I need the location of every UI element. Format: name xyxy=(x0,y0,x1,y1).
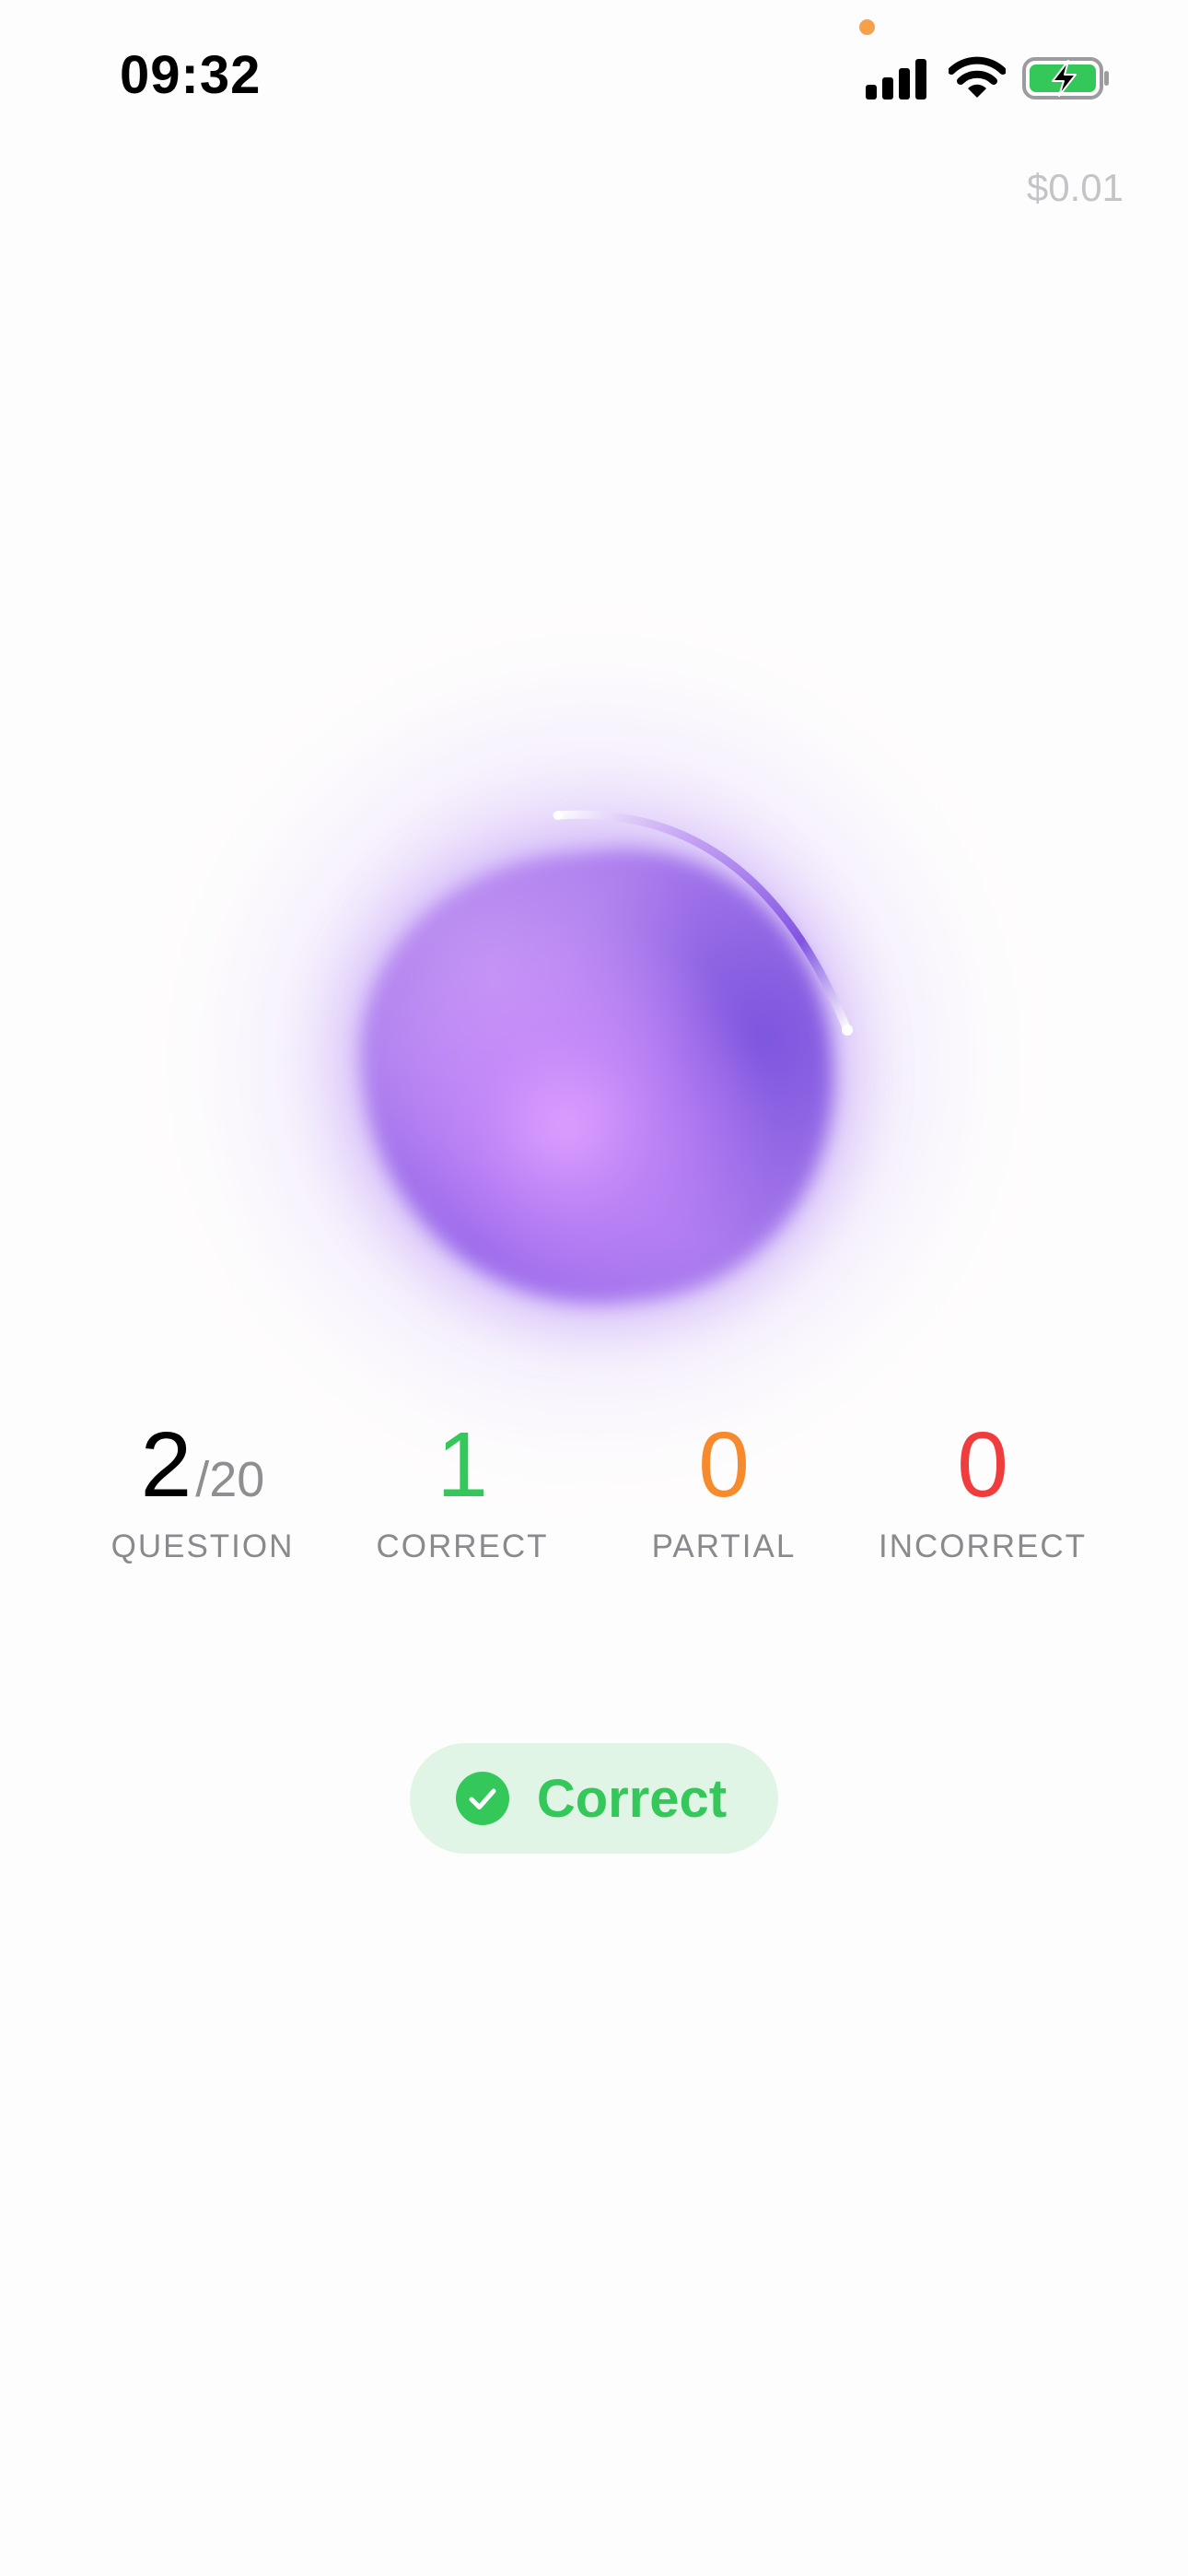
checkmark-circle-icon xyxy=(455,1772,509,1825)
question-label: QUESTION xyxy=(111,1528,295,1564)
result-label: Correct xyxy=(536,1768,728,1829)
question-total: /20 xyxy=(195,1452,265,1507)
result-badge: Correct xyxy=(410,1743,778,1854)
partial-count: 0 xyxy=(698,1413,750,1516)
stat-question: 2/20 QUESTION xyxy=(64,1414,341,1565)
orb-highlight-arc xyxy=(553,810,853,1036)
partial-label: PARTIAL xyxy=(651,1528,797,1564)
stat-partial: 0 PARTIAL xyxy=(586,1414,862,1565)
incorrect-count: 0 xyxy=(957,1413,1008,1516)
question-number: 2 xyxy=(140,1413,192,1516)
incorrect-label: INCORRECT xyxy=(878,1528,1088,1564)
stat-correct: 1 CORRECT xyxy=(324,1414,600,1565)
correct-count: 1 xyxy=(437,1413,488,1516)
screen: 09:32 $0.01 2/20 QUESTION 1 CORRECT 0 PA… xyxy=(0,0,1188,2576)
stat-incorrect: 0 INCORRECT xyxy=(844,1414,1121,1565)
correct-label: CORRECT xyxy=(376,1528,549,1564)
